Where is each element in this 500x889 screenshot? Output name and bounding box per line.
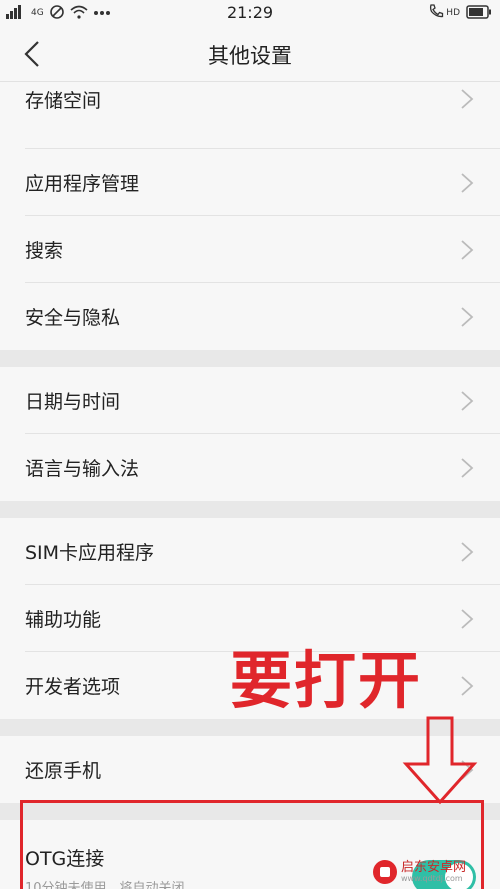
watermark: 启东安卓网 www.qdtdj.com [373,857,497,887]
chevron-right-icon [461,676,474,696]
settings-item-language-input[interactable]: 语言与输入法 [0,434,500,501]
chevron-right-icon [461,240,474,260]
hd-call-icon [428,3,444,23]
settings-item-label: 语言与输入法 [25,458,140,480]
watermark-url: www.qdtdj.com [401,874,463,883]
chevron-right-icon [461,89,474,109]
status-bar: 4G 21:29 HD [0,0,500,26]
chevron-right-icon [461,307,474,327]
watermark-name: 启东安卓网 [401,860,467,875]
settings-item-label: 存储空间 [25,90,102,112]
header: 其他设置 [0,26,500,82]
settings-item-date-time[interactable]: 日期与时间 [0,367,500,434]
settings-item-app-management[interactable]: 应用程序管理 [0,149,500,216]
settings-item-label: 安全与隐私 [25,307,121,329]
annotation-down-arrow-icon [402,716,478,805]
chevron-right-icon [461,542,474,562]
section-divider [0,501,500,518]
settings-item-search[interactable]: 搜索 [0,216,500,283]
status-icons-right: HD [428,4,492,22]
settings-item-label: 应用程序管理 [25,173,140,195]
chevron-right-icon [461,391,474,411]
settings-item-label: 开发者选项 [25,676,121,698]
chevron-right-icon [461,609,474,629]
settings-item-label: SIM卡应用程序 [25,542,155,564]
settings-item-storage[interactable]: 存储空间 [0,82,500,149]
watermark-logo-icon [373,860,397,884]
chevron-right-icon [461,458,474,478]
settings-item-label: 日期与时间 [25,391,121,413]
hd-label: HD [446,8,460,18]
battery-icon [466,4,492,23]
settings-item-security-privacy[interactable]: 安全与隐私 [0,283,500,350]
annotation-text: 要打开 [230,644,423,717]
settings-item-label: 搜索 [25,240,64,262]
status-time: 21:29 [226,3,274,22]
settings-item-label: 还原手机 [25,760,102,782]
settings-item-accessibility[interactable]: 辅助功能 [0,585,500,652]
chevron-right-icon [461,173,474,193]
section-divider [0,350,500,367]
settings-item-sim-apps[interactable]: SIM卡应用程序 [0,518,500,585]
settings-item-label: 辅助功能 [25,609,102,631]
page-title: 其他设置 [208,44,292,68]
watermark-text: 启东安卓网 www.qdtdj.com [401,861,466,883]
